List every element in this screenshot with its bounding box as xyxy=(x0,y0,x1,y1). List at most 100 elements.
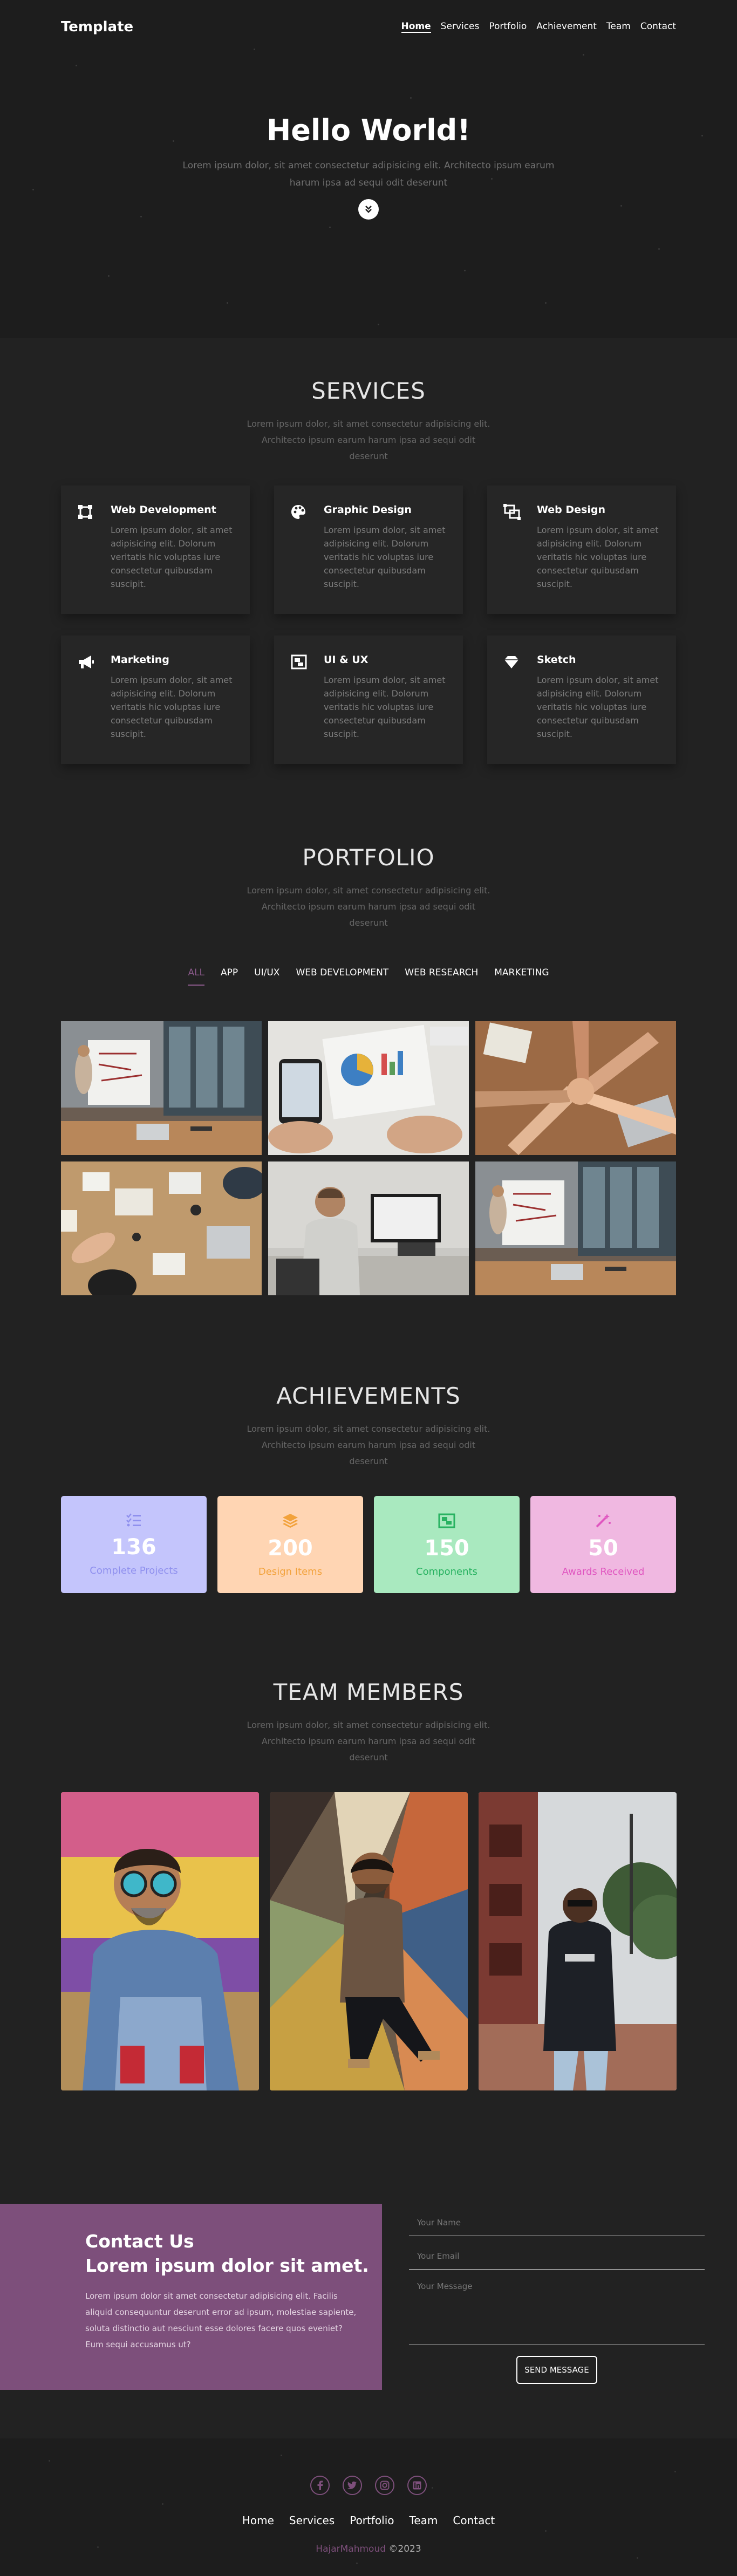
service-card-web-design[interactable]: Web Design Lorem ipsum dolor, sit amet ad… xyxy=(487,486,676,614)
portfolio-subtitle: Lorem ipsum dolor, sit amet consectetur … xyxy=(247,885,490,928)
achievements-section: ACHIEVEMENTS Lorem ipsum dolor, sit amet… xyxy=(0,1383,737,1593)
service-text: Lorem ipsum dolor, sit amet adipisicing … xyxy=(324,675,446,739)
filter-app[interactable]: APP xyxy=(221,967,238,986)
service-title: UI & UX xyxy=(324,654,368,666)
tasks-icon xyxy=(126,1513,141,1527)
vector-square-icon xyxy=(78,505,92,519)
scroll-down-button[interactable] xyxy=(358,199,379,220)
footer-author[interactable]: HajarMahmoud xyxy=(316,2544,386,2554)
portfolio-image-charts-desk[interactable] xyxy=(268,1021,469,1155)
contact-text: Lorem ipsum dolor sit amet consectetur a… xyxy=(85,2291,357,2349)
achievements-grid: 136 Complete Projects 200 Design Items 1… xyxy=(61,1496,676,1593)
message-field[interactable] xyxy=(409,2276,705,2345)
achievements-title: ACHIEVEMENTS xyxy=(276,1383,461,1409)
achievements-subtitle: Lorem ipsum dolor, sit amet consectetur … xyxy=(247,1424,490,1466)
footer-credit: HajarMahmoud ©2023 xyxy=(0,2544,737,2554)
social-links xyxy=(0,2476,737,2495)
send-message-button[interactable]: SEND MESSAGE xyxy=(516,2356,597,2384)
footer-link-portfolio[interactable]: Portfolio xyxy=(350,2514,394,2527)
twitter-link[interactable] xyxy=(343,2476,362,2495)
gem-icon xyxy=(504,656,518,668)
service-card-ui-ux[interactable]: UI & UX Lorem ipsum dolor, sit amet adipi… xyxy=(274,636,463,764)
achievement-card-awards: 50 Awards Received xyxy=(530,1496,676,1593)
nav-item-contact[interactable]: Contact xyxy=(640,21,676,33)
achievement-value: 150 xyxy=(424,1536,469,1561)
linkedin-icon xyxy=(413,2481,421,2490)
achievement-label: Awards Received xyxy=(562,1566,645,1577)
portfolio-image-whiteboard[interactable] xyxy=(61,1021,262,1155)
service-card-marketing[interactable]: Marketing Lorem ipsum dolor, sit amet adi… xyxy=(61,636,250,764)
team-title: TEAM MEMBERS xyxy=(273,1679,464,1705)
filter-all[interactable]: ALL xyxy=(188,967,205,986)
portfolio-title: PORTFOLIO xyxy=(302,844,435,871)
achievement-label: Complete Projects xyxy=(90,1565,178,1576)
email-field[interactable] xyxy=(409,2243,705,2270)
footer-menu: Home Services Portfolio Team Contact xyxy=(0,2514,737,2527)
contact-heading: Lorem ipsum dolor sit amet. xyxy=(85,2255,369,2276)
instagram-icon xyxy=(380,2481,390,2490)
service-text: Lorem ipsum dolor, sit amet adipisicing … xyxy=(537,525,659,589)
service-title: Sketch xyxy=(537,654,576,666)
main-navbar: Template Home Services Portfolio Achieve… xyxy=(61,16,676,38)
object-group-icon xyxy=(291,654,307,669)
service-text: Lorem ipsum dolor, sit amet adipisicing … xyxy=(537,675,659,739)
service-title: Web Design xyxy=(537,504,605,516)
nav-item-services[interactable]: Services xyxy=(441,21,480,33)
linkedin-link[interactable] xyxy=(407,2476,427,2495)
service-title: Marketing xyxy=(111,654,169,666)
service-card-web-development[interactable]: Web Development Lorem ipsum dolor, sit am… xyxy=(61,486,250,614)
nav-item-portfolio[interactable]: Portfolio xyxy=(489,21,527,33)
hero-content: Hello World! Lorem ipsum dolor, sit amet… xyxy=(0,113,737,220)
service-text: Lorem ipsum dolor, sit amet adipisicing … xyxy=(111,525,233,589)
portfolio-image-whiteboard-2[interactable] xyxy=(475,1161,676,1295)
services-grid: Web Development Lorem ipsum dolor, sit am… xyxy=(61,486,676,764)
achievement-label: Components xyxy=(416,1566,477,1577)
filter-ui-ux[interactable]: UI/UX xyxy=(254,967,279,986)
portfolio-image-man-computer[interactable] xyxy=(268,1161,469,1295)
instagram-link[interactable] xyxy=(375,2476,394,2495)
service-text: Lorem ipsum dolor, sit amet adipisicing … xyxy=(324,525,446,589)
filter-marketing[interactable]: MARKETING xyxy=(494,967,549,986)
service-title: Graphic Design xyxy=(324,504,412,516)
bullhorn-icon xyxy=(79,655,94,668)
service-card-sketch[interactable]: Sketch Lorem ipsum dolor, sit amet adipis… xyxy=(487,636,676,764)
contact-form: SEND MESSAGE xyxy=(409,2209,705,2384)
footer-link-home[interactable]: Home xyxy=(242,2514,274,2527)
footer: Home Services Portfolio Team Contact Haj… xyxy=(0,2438,737,2576)
service-text: Lorem ipsum dolor, sit amet adipisicing … xyxy=(111,675,233,739)
team-grid xyxy=(61,1792,677,2090)
contact-section: Contact Us Lorem ipsum dolor sit amet. L… xyxy=(0,2204,737,2390)
portfolio-filters: ALL APP UI/UX WEB DEVELOPMENT WEB RESEAR… xyxy=(0,967,737,986)
portfolio-image-team-hands[interactable] xyxy=(475,1021,676,1155)
hero-subtitle: Lorem ipsum dolor, sit amet consectetur … xyxy=(182,160,555,188)
name-field[interactable] xyxy=(409,2209,705,2236)
team-member-photo-2[interactable] xyxy=(270,1792,468,2090)
filter-web-development[interactable]: WEB DEVELOPMENT xyxy=(296,967,388,986)
achievement-card-design-items: 200 Design Items xyxy=(217,1496,363,1593)
services-subtitle: Lorem ipsum dolor, sit amet consectetur … xyxy=(247,419,490,461)
facebook-link[interactable] xyxy=(310,2476,330,2495)
nav-menu: Home Services Portfolio Achievement Team… xyxy=(401,21,676,33)
service-card-graphic-design[interactable]: Graphic Design Lorem ipsum dolor, sit ame… xyxy=(274,486,463,614)
nav-item-team[interactable]: Team xyxy=(606,21,631,33)
team-member-photo-1[interactable] xyxy=(61,1792,259,2090)
double-chevron-down-icon xyxy=(365,206,372,213)
portfolio-grid xyxy=(61,1021,676,1295)
brand-logo[interactable]: Template xyxy=(61,19,133,35)
nav-item-home[interactable]: Home xyxy=(401,21,431,33)
facebook-icon xyxy=(317,2481,323,2490)
team-member-photo-3[interactable] xyxy=(479,1792,677,2090)
magic-wand-icon xyxy=(596,1514,611,1528)
footer-link-contact[interactable]: Contact xyxy=(453,2514,495,2527)
portfolio-image-meeting-overhead[interactable] xyxy=(61,1161,262,1295)
footer-link-services[interactable]: Services xyxy=(289,2514,335,2527)
hero-title: Hello World! xyxy=(267,113,470,147)
contact-title: Contact Us xyxy=(85,2231,194,2252)
achievement-value: 50 xyxy=(588,1536,618,1561)
footer-link-team[interactable]: Team xyxy=(410,2514,438,2527)
team-section: TEAM MEMBERS Lorem ipsum dolor, sit amet… xyxy=(0,1679,737,2090)
achievement-value: 200 xyxy=(268,1536,313,1561)
achievement-label: Design Items xyxy=(258,1566,323,1577)
filter-web-research[interactable]: WEB RESEARCH xyxy=(405,967,478,986)
nav-item-achievement[interactable]: Achievement xyxy=(536,21,597,33)
